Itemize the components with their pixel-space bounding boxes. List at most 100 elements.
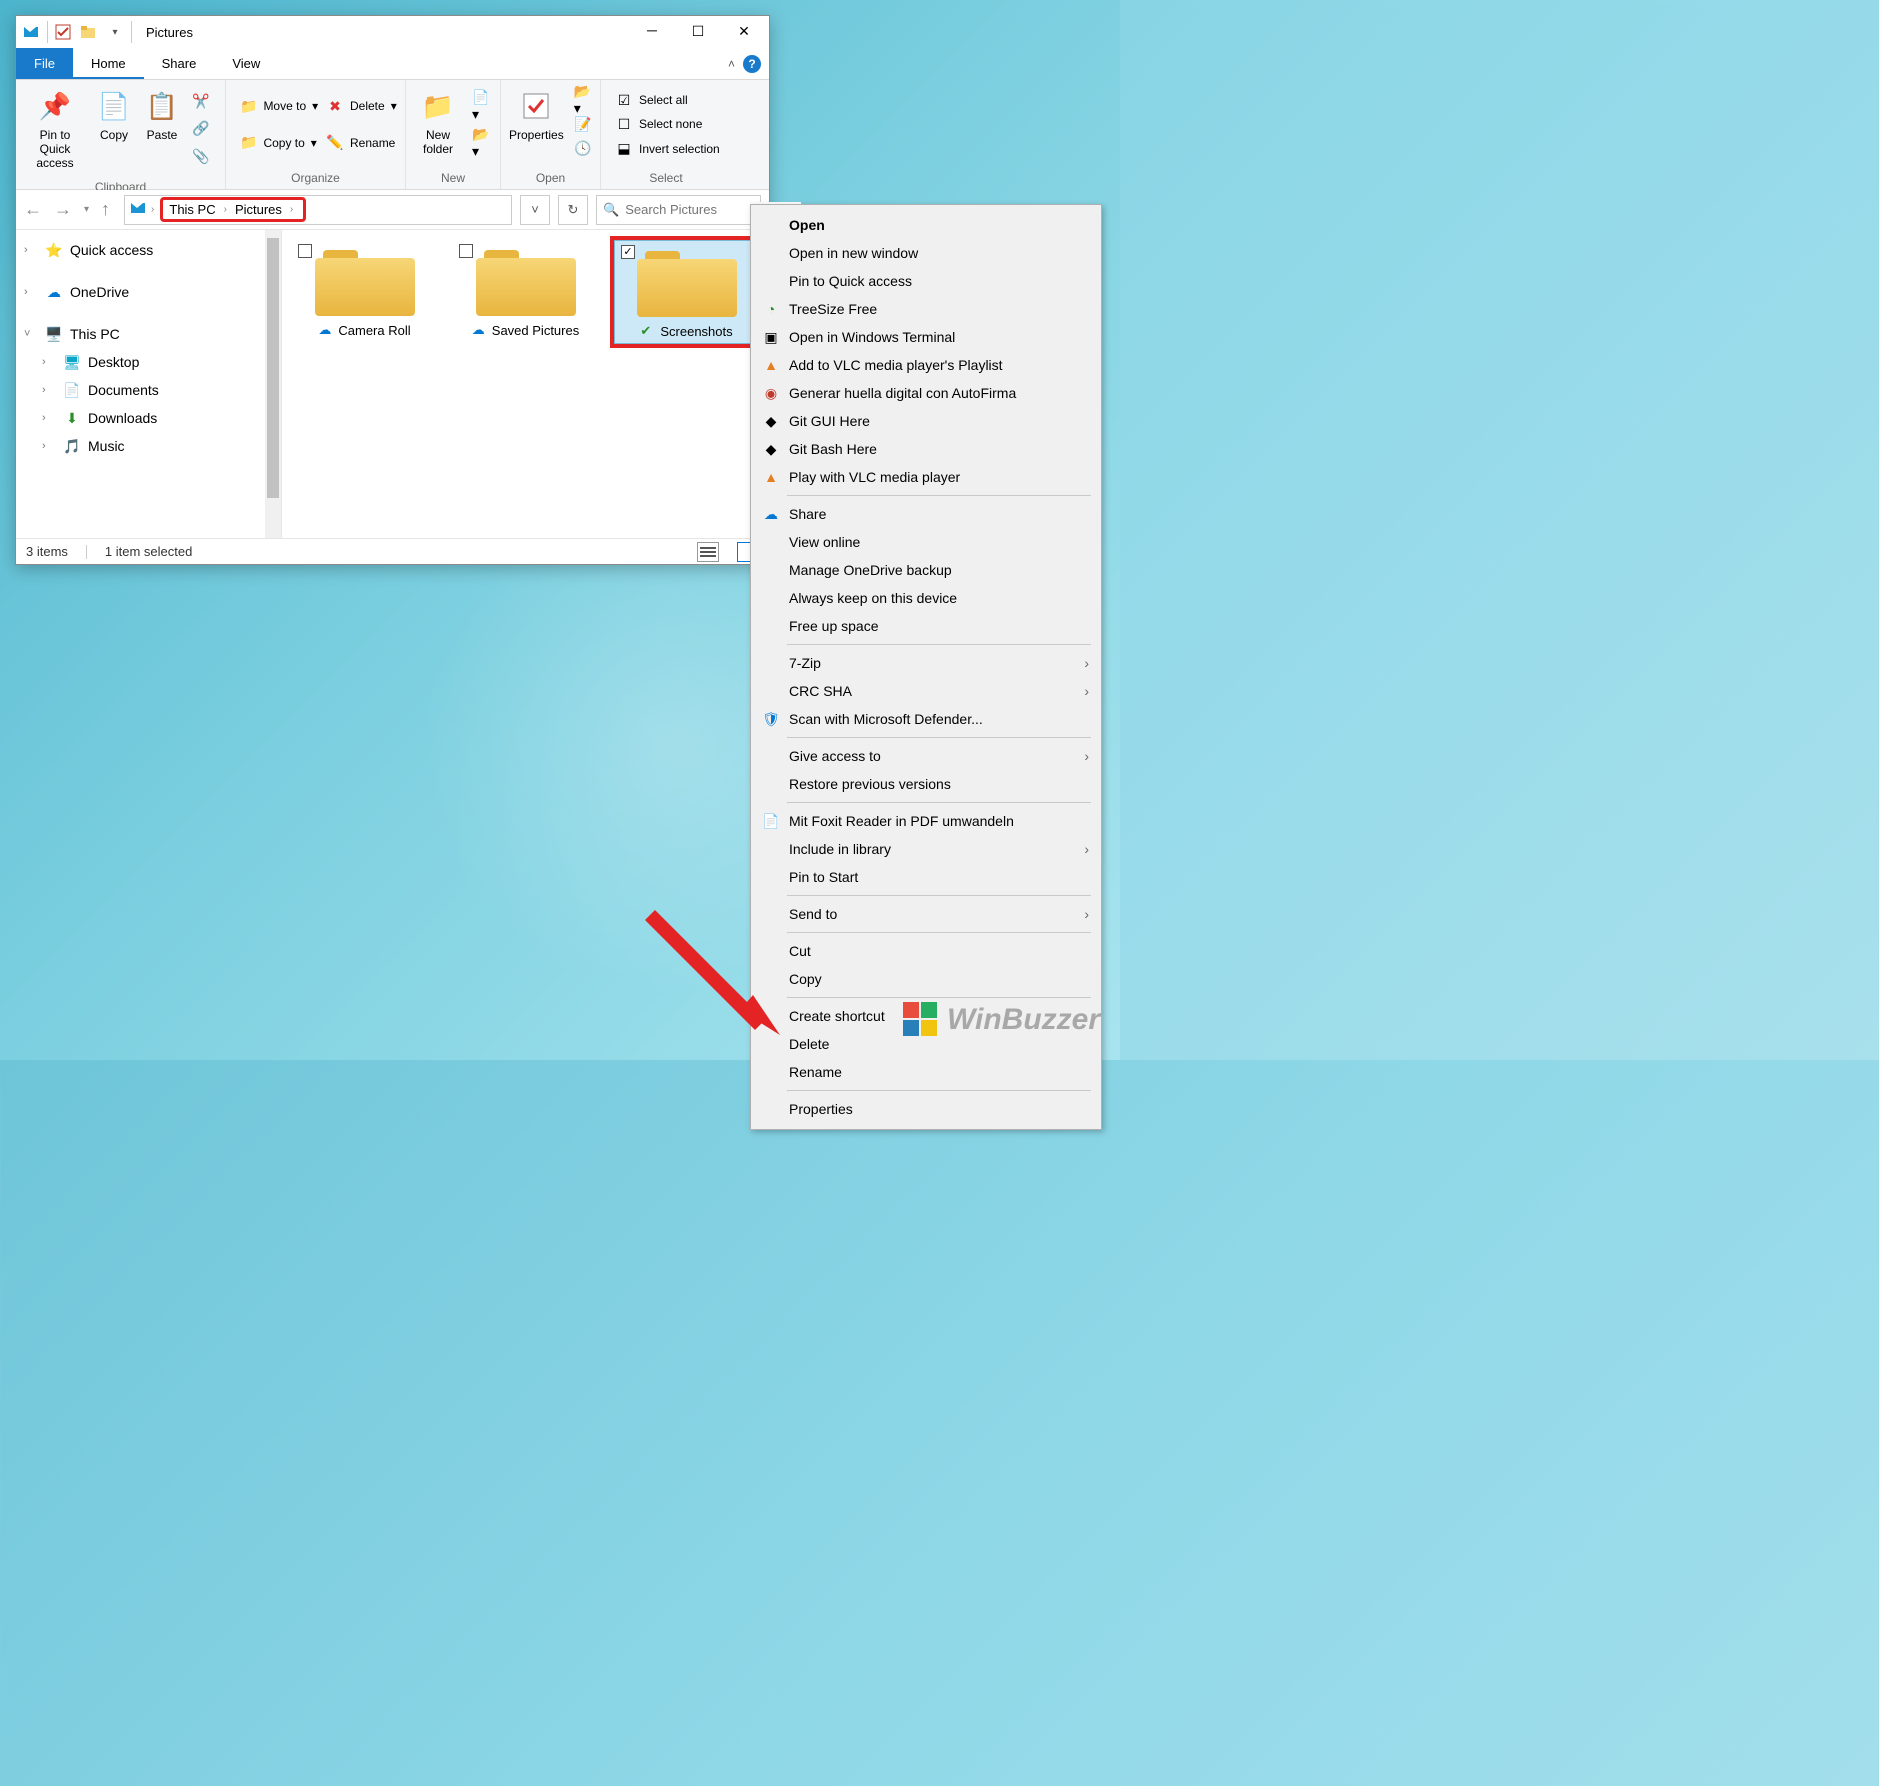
select-all-button[interactable]: ☑Select all	[611, 89, 724, 111]
nav-back-icon[interactable]: ←	[24, 199, 42, 220]
paste-shortcut-icon[interactable]: 📎	[192, 147, 210, 165]
ctx-open-new-window[interactable]: Open in new window	[753, 239, 1099, 267]
chevron-right-icon[interactable]: ›	[24, 244, 38, 256]
ctx-git-gui[interactable]: ◆Git GUI Here	[753, 407, 1099, 435]
chevron-right-icon[interactable]: ›	[42, 440, 56, 452]
breadcrumb-root[interactable]: This PC	[169, 202, 215, 217]
qat-checkbox-icon[interactable]	[52, 21, 74, 43]
paste-button[interactable]: 📋Paste	[138, 84, 186, 146]
tree-onedrive[interactable]: ›☁OneDrive	[16, 278, 281, 306]
tree-downloads[interactable]: ›⬇Downloads	[16, 404, 281, 432]
properties-button[interactable]: Properties	[505, 84, 568, 146]
chevron-right-icon[interactable]: ›	[42, 412, 56, 424]
ctx-vlc-play[interactable]: ▲Play with VLC media player	[753, 463, 1099, 491]
tree-documents[interactable]: ›📄Documents	[16, 376, 281, 404]
folder-camera-roll[interactable]: ☁Camera Roll	[292, 240, 437, 342]
nav-history-icon[interactable]: ▾	[84, 204, 89, 215]
ctx-give-access[interactable]: Give access to›	[753, 742, 1099, 770]
chevron-right-icon[interactable]: ›	[42, 356, 56, 368]
chevron-right-icon[interactable]: ›	[24, 286, 38, 298]
chevron-right-icon[interactable]: ›	[224, 204, 227, 215]
ctx-send-to[interactable]: Send to›	[753, 900, 1099, 928]
ctx-copy[interactable]: Copy	[753, 965, 1099, 993]
tree-this-pc[interactable]: ˅🖥️This PC	[16, 320, 281, 348]
tree-quick-access[interactable]: ›⭐Quick access	[16, 236, 281, 264]
tree-music[interactable]: ›🎵Music	[16, 432, 281, 460]
details-view-icon[interactable]	[697, 542, 719, 562]
refresh-icon[interactable]: ↻	[558, 195, 588, 225]
ctx-autofirma[interactable]: ◉Generar huella digital con AutoFirma	[753, 379, 1099, 407]
ctx-cut[interactable]: Cut	[753, 937, 1099, 965]
edit-icon[interactable]: 📝	[574, 115, 592, 133]
ctx-always-keep[interactable]: Always keep on this device	[753, 584, 1099, 612]
collapse-ribbon-icon[interactable]: ˄	[728, 57, 735, 71]
ctx-7zip[interactable]: 7-Zip›	[753, 649, 1099, 677]
copy-button[interactable]: 📄Copy	[90, 84, 138, 146]
scrollbar-thumb[interactable]	[267, 238, 279, 498]
address-bar[interactable]: › This PC › Pictures ›	[124, 195, 512, 225]
maximize-button[interactable]: ☐	[675, 17, 721, 47]
ctx-foxit[interactable]: 📄Mit Foxit Reader in PDF umwandeln	[753, 807, 1099, 835]
delete-button[interactable]: ✖Delete ▾	[322, 95, 401, 117]
pin-quick-access-button[interactable]: 📌Pin to Quick access	[20, 84, 90, 174]
chevron-down-icon[interactable]: ˅	[24, 328, 38, 340]
tab-home[interactable]: Home	[73, 48, 144, 79]
chevron-right-icon[interactable]: ›	[290, 204, 293, 215]
ctx-rename[interactable]: Rename	[753, 1058, 1099, 1086]
folder-saved-pictures[interactable]: ☁Saved Pictures	[453, 240, 598, 342]
checkbox-checked[interactable]: ✓	[621, 245, 635, 259]
ctx-onedrive-backup[interactable]: Manage OneDrive backup	[753, 556, 1099, 584]
ctx-git-bash[interactable]: ◆Git Bash Here	[753, 435, 1099, 463]
cloud-icon: ☁	[472, 322, 488, 338]
copy-to-button[interactable]: 📁Copy to ▾	[236, 132, 310, 154]
tree-desktop[interactable]: ›🖥Desktop	[16, 348, 281, 376]
ctx-include-library[interactable]: Include in library›	[753, 835, 1099, 863]
tree-scrollbar[interactable]	[265, 230, 281, 538]
copy-path-icon[interactable]: 🔗	[192, 120, 210, 138]
chevron-right-icon[interactable]: ›	[151, 204, 154, 215]
breadcrumb-current[interactable]: Pictures	[235, 202, 282, 217]
ctx-windows-terminal[interactable]: ▣Open in Windows Terminal	[753, 323, 1099, 351]
invert-selection-button[interactable]: ⬓Invert selection	[611, 138, 724, 160]
select-none-button[interactable]: ☐Select none	[611, 113, 724, 135]
minimize-button[interactable]: ─	[629, 17, 675, 47]
close-button[interactable]: ✕	[721, 17, 767, 47]
ctx-free-up[interactable]: Free up space	[753, 612, 1099, 640]
ctx-open[interactable]: Open	[753, 211, 1099, 239]
cut-icon[interactable]: ✂️	[192, 93, 210, 111]
ctx-pin-quick-access[interactable]: Pin to Quick access	[753, 267, 1099, 295]
checkbox[interactable]	[298, 244, 312, 258]
tab-view[interactable]: View	[214, 48, 278, 79]
qat-folder-icon[interactable]	[78, 21, 100, 43]
checkbox[interactable]	[459, 244, 473, 258]
rename-button[interactable]: ✏️Rename	[322, 132, 401, 154]
open-icon[interactable]: 📂▾	[574, 91, 592, 109]
tab-file[interactable]: File	[16, 48, 73, 79]
move-to-button[interactable]: 📁Move to ▾	[236, 95, 310, 117]
ctx-properties[interactable]: Properties	[753, 1095, 1099, 1123]
nav-up-icon[interactable]: ↑	[101, 199, 110, 220]
chevron-right-icon[interactable]: ›	[42, 384, 56, 396]
ctx-crc[interactable]: CRC SHA›	[753, 677, 1099, 705]
help-button[interactable]: ?	[743, 55, 761, 73]
qat-dropdown-icon[interactable]: ▾	[104, 21, 126, 43]
ctx-vlc-add[interactable]: ▲Add to VLC media player's Playlist	[753, 351, 1099, 379]
folder-screenshots[interactable]: ✓ ✔Screenshots	[614, 240, 759, 344]
easy-access-icon[interactable]: 📂▾	[472, 134, 490, 152]
chevron-right-icon: ›	[1084, 906, 1089, 922]
content-area[interactable]: ☁Camera Roll ☁Saved Pictures ✓ ✔Screensh…	[282, 230, 769, 538]
ctx-share[interactable]: ☁Share	[753, 500, 1099, 528]
search-box[interactable]: 🔍	[596, 195, 761, 225]
ctx-view-online[interactable]: View online	[753, 528, 1099, 556]
ctx-defender[interactable]: 🛡Scan with Microsoft Defender...	[753, 705, 1099, 733]
new-folder-button[interactable]: 📁New folder	[410, 84, 466, 160]
nav-forward-icon[interactable]: →	[54, 199, 72, 220]
new-item-icon[interactable]: 📄▾	[472, 97, 490, 115]
nav-tree[interactable]: ›⭐Quick access ›☁OneDrive ˅🖥️This PC ›🖥D…	[16, 230, 282, 538]
ctx-restore[interactable]: Restore previous versions	[753, 770, 1099, 798]
history-icon[interactable]: 🕓	[574, 140, 592, 158]
ctx-treesize[interactable]: ◔TreeSize Free	[753, 295, 1099, 323]
tab-share[interactable]: Share	[144, 48, 215, 79]
ctx-pin-start[interactable]: Pin to Start	[753, 863, 1099, 891]
addr-dropdown-icon[interactable]: ˅	[520, 195, 550, 225]
